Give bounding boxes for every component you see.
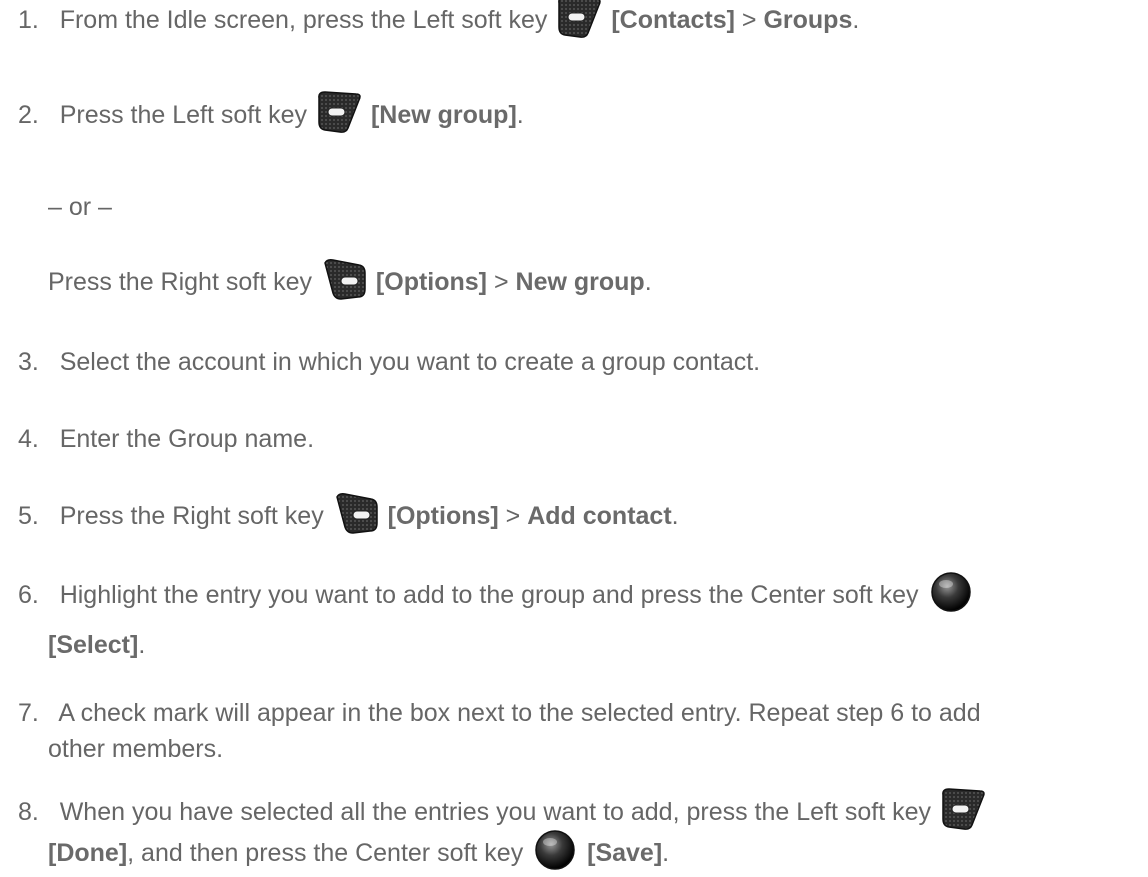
step-bold-2: [Save] — [587, 839, 663, 867]
left-soft-key-icon — [556, 0, 602, 39]
step-number: 8. — [18, 798, 39, 826]
step-5: 5. Press the Right soft key [Options] > … — [18, 499, 679, 535]
step-1: 1. From the Idle screen, press the Left … — [18, 3, 859, 39]
step-bold: [Contacts] — [611, 6, 735, 34]
step-number: 7. — [18, 699, 39, 727]
or-divider: – or – — [48, 193, 112, 221]
step-text: Press the Right soft key — [48, 268, 313, 296]
left-soft-key-icon — [940, 787, 986, 831]
step-number: 1. — [18, 6, 39, 34]
step-text: Press the Right soft key — [59, 502, 324, 530]
step-bold-2: Add contact — [527, 502, 672, 530]
step-text: Enter the Group name. — [59, 425, 315, 453]
step-3: 3. Select the account in which you want … — [18, 345, 760, 379]
step-separator: > — [734, 6, 764, 34]
step-number: 2. — [18, 101, 39, 129]
step-end: . — [138, 631, 146, 659]
step-text: Highlight the entry you want to add to t… — [59, 581, 919, 609]
step-number: 3. — [18, 348, 39, 376]
step-text: From the Idle screen, press the Left sof… — [59, 6, 548, 34]
step-end: . — [671, 502, 679, 530]
step-bold: [Done] — [48, 839, 128, 867]
step-bold-2: New group — [515, 268, 645, 296]
center-soft-key-icon — [532, 828, 578, 872]
step-number: 5. — [18, 502, 39, 530]
step-text: Press the Left soft key — [59, 101, 308, 129]
step-bold: [Select] — [48, 631, 139, 659]
center-soft-key-icon — [928, 570, 974, 614]
step-4: 4. Enter the Group name. — [18, 422, 314, 456]
step-bold: [New group] — [370, 101, 517, 129]
step-text: A check mark will appear in the box next… — [58, 699, 981, 727]
step-bold: [Options] — [375, 268, 488, 296]
step-bold: [Options] — [387, 502, 499, 530]
right-soft-key-icon — [333, 491, 379, 535]
step-2: 2. Press the Left soft key [New group]. — [18, 98, 524, 134]
left-soft-key-icon — [316, 90, 362, 134]
step-2-alternative: Press the Right soft key [Options] > New… — [48, 265, 652, 301]
step-separator: > — [487, 268, 516, 296]
step-8: 8. When you have selected all the entrie… — [18, 795, 988, 831]
step-end: . — [516, 101, 524, 129]
step-6: 6. Highlight the entry you want to add t… — [18, 578, 976, 614]
step-text: When you have selected all the entries y… — [59, 798, 932, 826]
right-soft-key-icon — [321, 257, 367, 301]
step-text: , and then press the Center soft key — [127, 839, 524, 867]
step-8-continued: [Done], and then press the Center soft k… — [48, 836, 669, 872]
step-end: . — [644, 268, 652, 296]
step-7: 7. A check mark will appear in the box n… — [18, 696, 981, 730]
step-text: Select the account in which you want to … — [59, 348, 761, 376]
step-end: . — [662, 839, 670, 867]
step-bold-2: Groups — [763, 6, 853, 34]
step-7-continued: other members. — [48, 735, 224, 763]
step-number: 6. — [18, 581, 39, 609]
step-end: . — [852, 6, 860, 34]
step-number: 4. — [18, 425, 39, 453]
step-6-continued: [Select]. — [48, 628, 145, 662]
step-separator: > — [498, 502, 528, 530]
